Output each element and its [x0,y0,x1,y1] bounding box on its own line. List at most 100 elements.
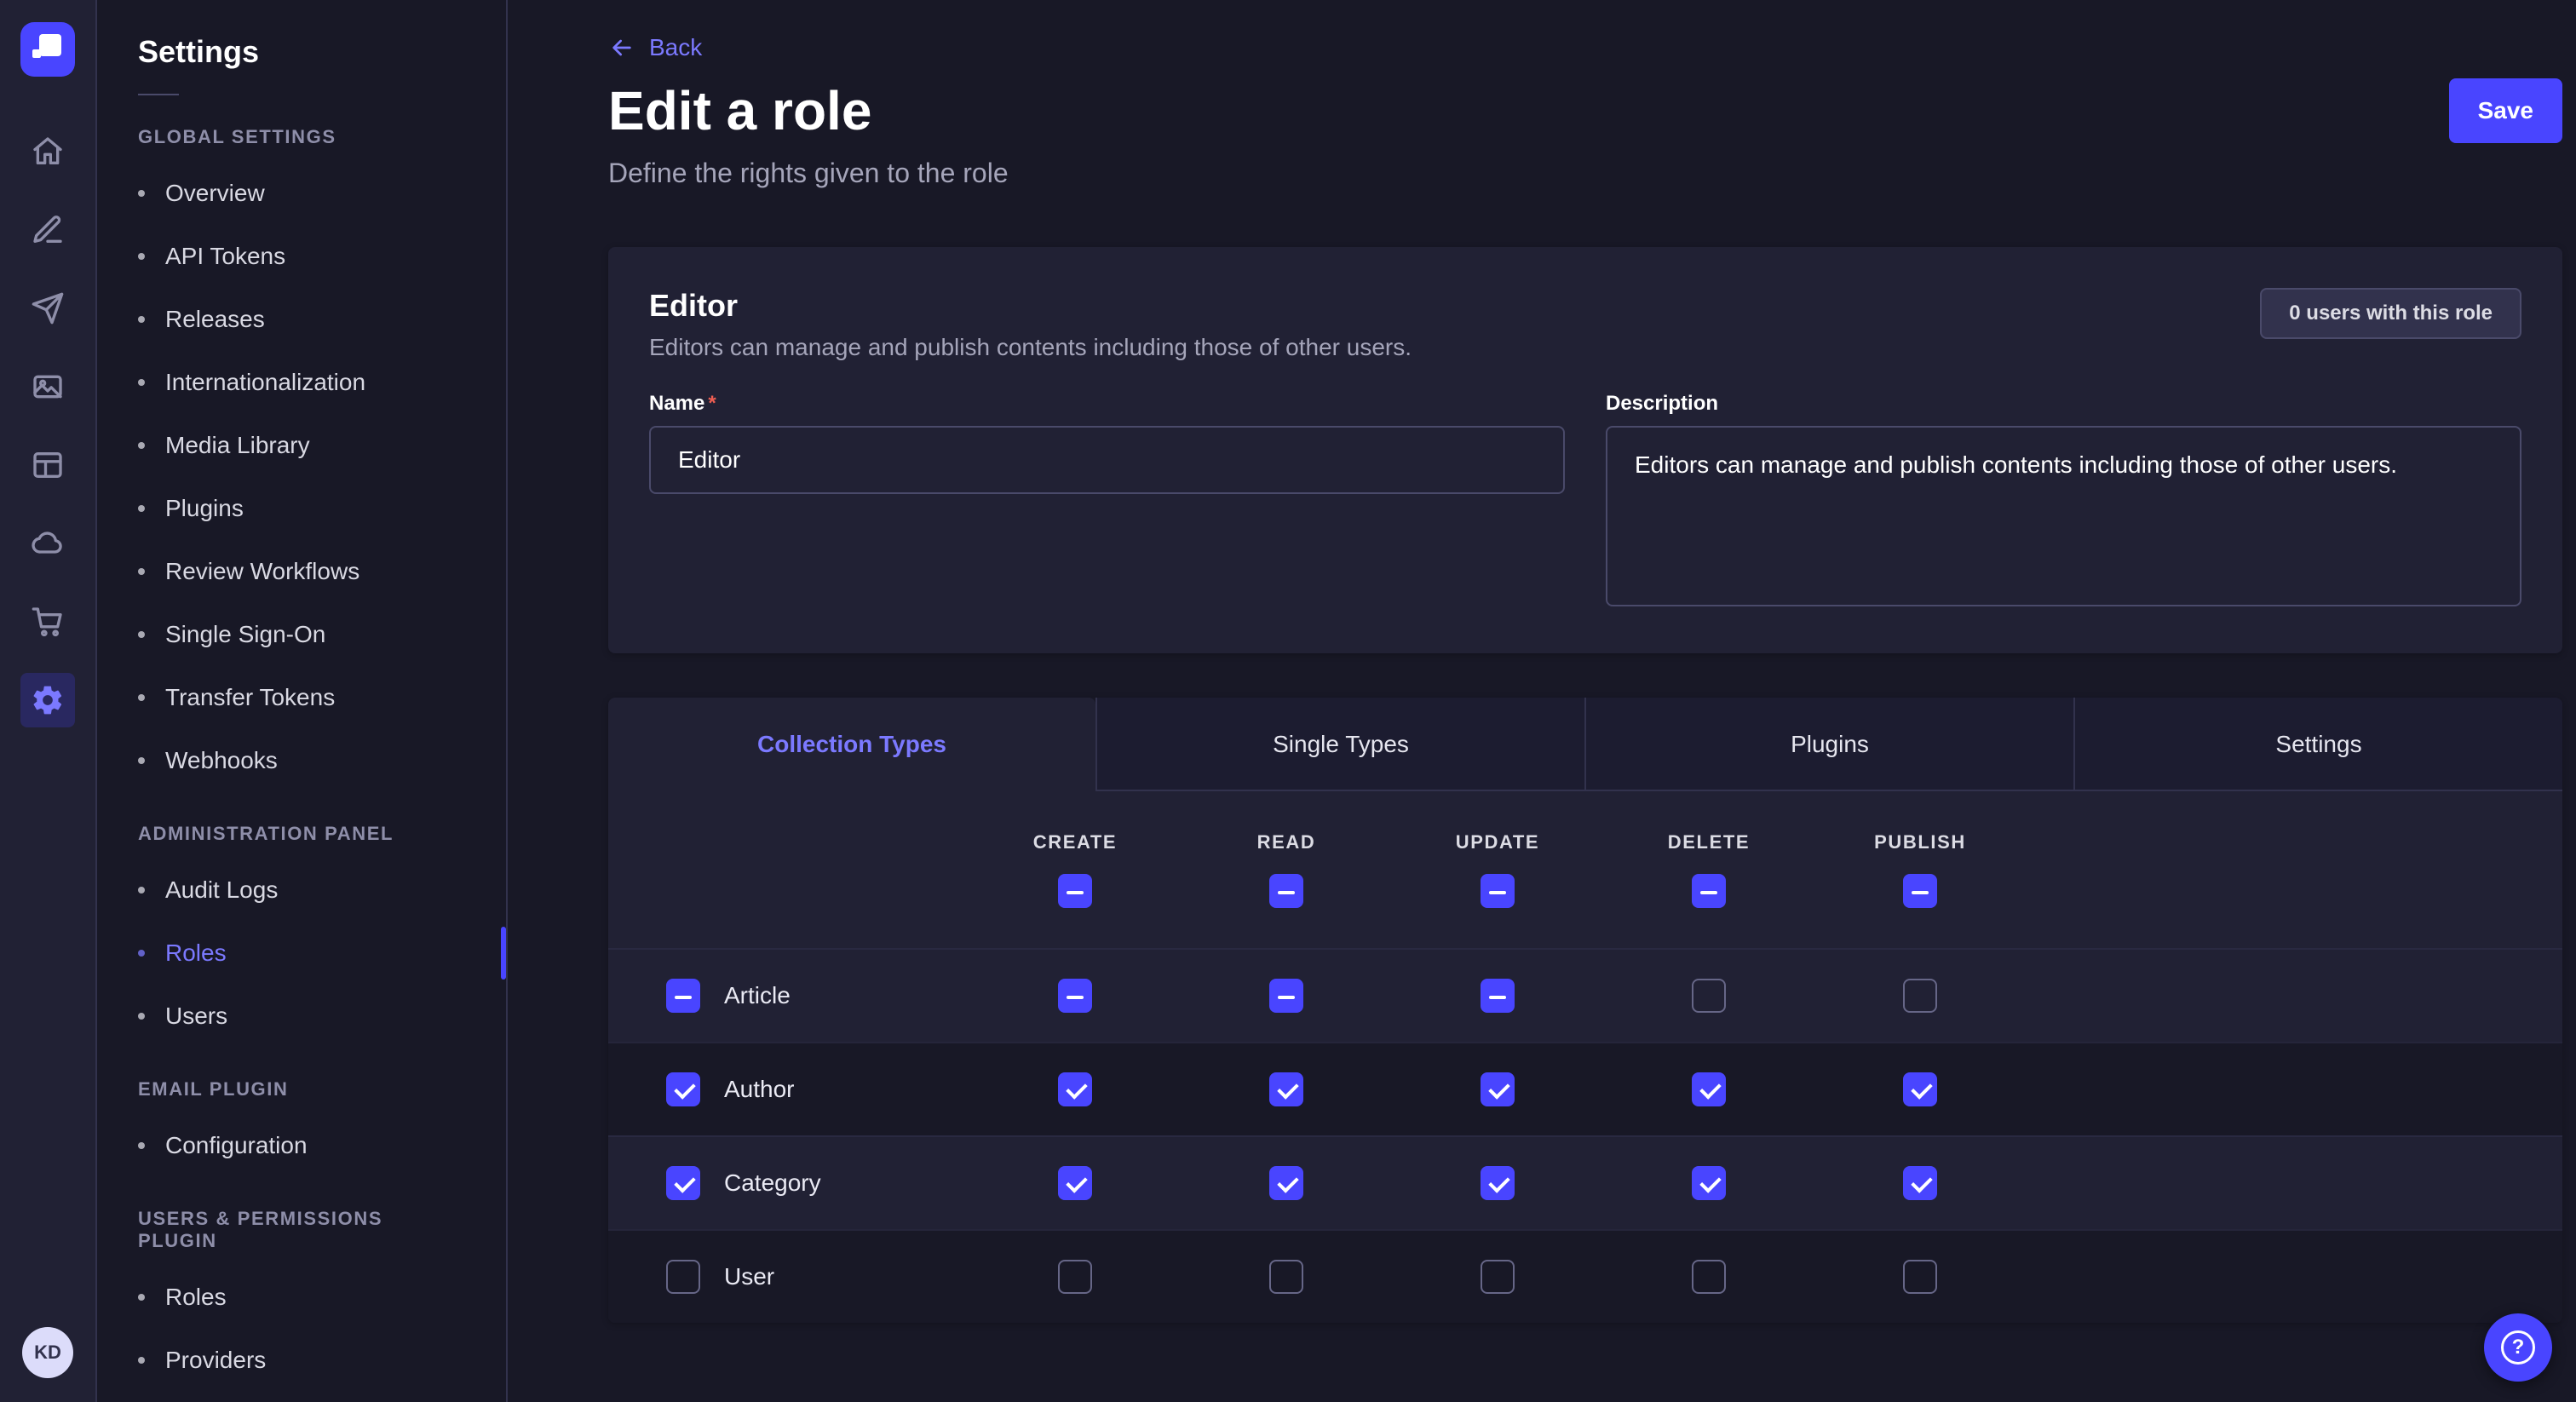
nav-settings[interactable] [20,673,75,727]
sidebar-item-label: Roles [165,939,227,967]
sidebar-item-users[interactable]: Users [97,985,506,1048]
select-all-delete-checkbox[interactable] [1692,874,1726,908]
nav-cloud[interactable] [20,516,75,571]
sidebar-item-label: Providers [165,1347,266,1374]
save-button[interactable]: Save [2449,78,2562,143]
permission-checkbox[interactable] [1903,1072,1937,1106]
bullet-icon [138,1013,145,1020]
permission-checkbox[interactable] [1481,1260,1515,1294]
tab-settings[interactable]: Settings [2073,698,2562,791]
section-label-email-plugin: EMAIL PLUGIN [138,1078,465,1100]
sidebar-item-webhooks[interactable]: Webhooks [97,729,506,792]
sidebar-item-label: Users [165,1003,227,1030]
role-description-text: Editors can manage and publish contents … [649,334,1412,361]
sidebar-item-audit-logs[interactable]: Audit Logs [97,859,506,922]
content-type-builder-icon [31,213,65,247]
permission-checkbox[interactable] [1692,1260,1726,1294]
select-all-read-checkbox[interactable] [1269,874,1303,908]
permission-checkbox[interactable] [1481,1072,1515,1106]
row-checkbox[interactable] [666,1072,700,1106]
sidebar-item-single-sign-on[interactable]: Single Sign-On [97,603,506,666]
column-header-publish: PUBLISH [1874,831,1966,853]
row-checkbox[interactable] [666,979,700,1013]
permission-checkbox[interactable] [1692,1072,1726,1106]
row-checkbox[interactable] [666,1166,700,1200]
permission-checkbox[interactable] [1058,979,1092,1013]
nav-rail: KD [0,0,97,1402]
nav-home[interactable] [20,124,75,179]
column-header-create: CREATE [1033,831,1117,853]
content-manager-icon [31,448,65,482]
section-label-users-permissions-plugin: USERS & PERMISSIONS PLUGIN [138,1208,465,1252]
main-content: Back Edit a role Save Define the rights … [508,0,2576,1402]
nav-content-type-builder[interactable] [20,203,75,257]
permission-checkbox[interactable] [1481,1166,1515,1200]
sidebar-item-transfer-tokens[interactable]: Transfer Tokens [97,666,506,729]
page-title: Edit a role [608,78,871,144]
sidebar-item-label: Overview [165,180,265,207]
permission-checkbox[interactable] [1269,1072,1303,1106]
sidebar-item-up-roles[interactable]: Roles [97,1266,506,1329]
sidebar-item-api-tokens[interactable]: API Tokens [97,225,506,288]
sidebar-item-admin-roles[interactable]: Roles [97,922,506,985]
tab-collection-types[interactable]: Collection Types [608,698,1095,791]
select-all-create-checkbox[interactable] [1058,874,1092,908]
sidebar-item-label: Transfer Tokens [165,684,335,711]
sidebar-item-releases[interactable]: Releases [97,288,506,351]
cloud-icon [31,526,65,560]
permission-checkbox[interactable] [1903,1260,1937,1294]
sidebar-title: Settings [138,34,465,70]
role-description-input[interactable]: Editors can manage and publish contents … [1606,426,2521,606]
sidebar-item-review-workflows[interactable]: Review Workflows [97,540,506,603]
sidebar-item-configuration[interactable]: Configuration [97,1114,506,1177]
bullet-icon [138,694,145,701]
bullet-icon [138,1357,145,1364]
user-avatar[interactable]: KD [22,1327,73,1378]
sidebar-item-providers[interactable]: Providers [97,1329,506,1392]
section-label-administration-panel: ADMINISTRATION PANEL [138,823,465,845]
permission-checkbox[interactable] [1058,1260,1092,1294]
permission-checkbox[interactable] [1903,1166,1937,1200]
nav-media-library[interactable] [20,359,75,414]
permission-checkbox[interactable] [1058,1072,1092,1106]
column-header-delete: DELETE [1668,831,1750,853]
sidebar-item-label: Audit Logs [165,876,278,904]
permission-checkbox[interactable] [1692,979,1726,1013]
permission-checkbox[interactable] [1058,1166,1092,1200]
permission-checkbox[interactable] [1481,979,1515,1013]
permission-checkbox[interactable] [1692,1166,1726,1200]
tab-plugins[interactable]: Plugins [1584,698,2073,791]
back-link[interactable]: Back [608,34,702,61]
permission-row-user: User [608,1229,2562,1323]
sidebar-item-internationalization[interactable]: Internationalization [97,351,506,414]
media-library-icon [31,370,65,404]
bullet-icon [138,505,145,512]
settings-gear-icon [31,683,65,717]
nav-content-manager[interactable] [20,438,75,492]
bullet-icon [138,757,145,764]
name-field-group: Name* [649,392,1565,612]
sidebar-item-plugins[interactable]: Plugins [97,477,506,540]
role-name-input[interactable] [649,426,1565,494]
select-all-publish-checkbox[interactable] [1903,874,1937,908]
section-label-global-settings: GLOBAL SETTINGS [138,126,465,148]
permission-checkbox[interactable] [1903,979,1937,1013]
permission-checkbox[interactable] [1269,1260,1303,1294]
tab-single-types[interactable]: Single Types [1095,698,1584,791]
permission-checkbox[interactable] [1269,979,1303,1013]
users-with-role-badge[interactable]: 0 users with this role [2260,288,2521,339]
row-checkbox[interactable] [666,1260,700,1294]
strapi-logo[interactable] [20,22,75,77]
sidebar-item-label: Releases [165,306,265,333]
permission-checkbox[interactable] [1269,1166,1303,1200]
sidebar-item-label: Single Sign-On [165,621,325,648]
nav-deploy[interactable] [20,281,75,336]
back-label: Back [649,34,702,61]
sidebar-item-media-library[interactable]: Media Library [97,414,506,477]
nav-marketplace[interactable] [20,595,75,649]
help-button[interactable]: ? [2484,1313,2552,1382]
select-all-update-checkbox[interactable] [1481,874,1515,908]
permissions-table-header: CREATE READ UPDATE DELETE [608,791,2562,948]
sidebar-item-label: API Tokens [165,243,285,270]
sidebar-item-overview[interactable]: Overview [97,162,506,225]
